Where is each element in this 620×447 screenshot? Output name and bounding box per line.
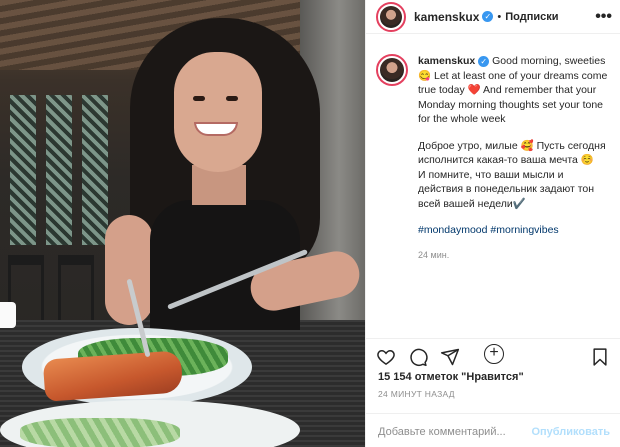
left-arm — [105, 215, 153, 325]
heart-icon[interactable] — [376, 347, 396, 367]
comment-input[interactable] — [378, 425, 532, 438]
verified-icon: ✓ — [478, 55, 490, 67]
more-options-icon[interactable]: ••• — [595, 8, 612, 26]
post-photo[interactable] — [0, 0, 365, 447]
second-greens — [20, 418, 180, 447]
bookmark-icon[interactable] — [590, 347, 610, 367]
publish-button[interactable]: Опубликовать — [531, 426, 610, 438]
caption-area: kamenskux ✓ Good morning, sweeties 😋 Let … — [366, 34, 620, 364]
post-sidebar: kamenskux ✓ • Подписки ••• kamenskux ✓ Go… — [365, 0, 620, 447]
comment-form: Опубликовать — [366, 413, 620, 447]
following-button[interactable]: Подписки — [505, 11, 558, 23]
caption-time: 24 мин. — [418, 249, 450, 260]
caption-body: kamenskux ✓ Good morning, sweeties 😋 Let … — [418, 54, 608, 262]
hashtag-link[interactable]: #morningvibes — [490, 224, 558, 236]
avatar-image — [380, 58, 404, 82]
avatar-image — [380, 5, 402, 28]
window-panel — [46, 95, 72, 245]
hashtags: #mondaymood #morningvibes — [418, 223, 608, 238]
post-header: kamenskux ✓ • Подписки ••• — [366, 0, 620, 34]
cup — [0, 302, 16, 328]
hashtag-link[interactable]: #mondaymood — [418, 224, 487, 236]
window-panel — [10, 95, 36, 245]
caption-avatar[interactable] — [376, 54, 408, 86]
likes-count[interactable]: 15 154 отметок "Нравится" — [366, 369, 620, 383]
action-icons — [366, 339, 620, 369]
caption-text-ru: Доброе утро, милые 🥰 Пусть сегодня испол… — [418, 139, 606, 210]
chair — [58, 255, 94, 325]
caption-en: kamenskux ✓ Good morning, sweeties 😋 Let … — [418, 54, 608, 127]
separator-dot: • — [497, 10, 502, 23]
header-username[interactable]: kamenskux — [414, 10, 479, 24]
eye — [193, 96, 205, 101]
verified-icon: ✓ — [482, 11, 494, 22]
comment-icon[interactable] — [408, 347, 428, 367]
window-panel — [82, 95, 108, 245]
actions-section: 15 154 отметок "Нравится" 24 МИНУТ НАЗАД… — [366, 338, 620, 447]
post-timestamp[interactable]: 24 МИНУТ НАЗАД — [366, 383, 620, 399]
caption: kamenskux ✓ Good morning, sweeties 😋 Let … — [376, 54, 610, 262]
caption-username[interactable]: kamenskux — [418, 55, 475, 67]
face — [174, 52, 262, 172]
eye — [226, 96, 238, 101]
share-icon[interactable] — [440, 347, 460, 367]
avatar[interactable] — [376, 1, 406, 32]
